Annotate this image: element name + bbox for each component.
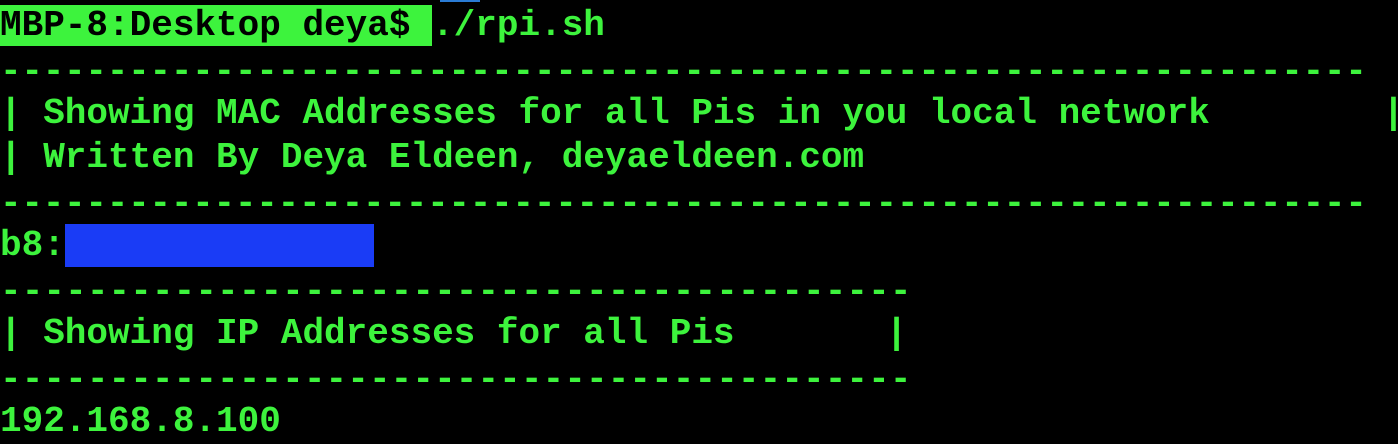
terminal-window[interactable]: MBP-8:Desktop deya$ ./rpi.sh -----------… xyxy=(0,0,1398,442)
ip-result-line: 192.168.8.100 xyxy=(0,401,281,442)
ip-header-line: | Showing IP Addresses for all Pis | xyxy=(0,313,908,354)
top-strip xyxy=(440,0,480,2)
separator-top: ----------------------------------------… xyxy=(0,51,1367,92)
mac-prefix: b8: xyxy=(0,225,65,266)
command-text: ./rpi.sh xyxy=(432,5,605,46)
separator-middle: ----------------------------------------… xyxy=(0,183,1367,224)
author-line: | Written By Deya Eldeen, deyaeldeen.com… xyxy=(0,137,1398,178)
separator-ip-top: ----------------------------------------… xyxy=(0,271,912,312)
mac-header-line: | Showing MAC Addresses for all Pis in y… xyxy=(0,93,1398,134)
separator-ip-bottom: ----------------------------------------… xyxy=(0,359,912,400)
shell-prompt: MBP-8:Desktop deya$ xyxy=(0,5,433,46)
mac-address-line: b8: xyxy=(0,224,374,268)
redacted-mac-block xyxy=(64,224,374,267)
command-line: MBP-8:Desktop deya$ ./rpi.sh xyxy=(0,4,605,48)
